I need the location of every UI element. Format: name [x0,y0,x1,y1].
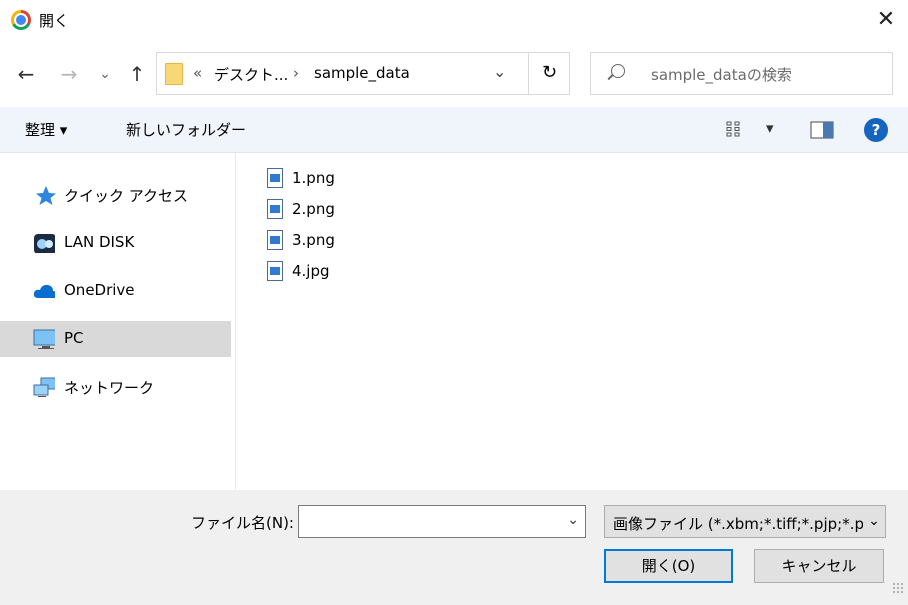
search-box[interactable]: sample_dataの検索 [590,52,893,95]
image-file-icon [267,199,283,219]
filename-input[interactable]: ⌄ [298,505,586,538]
file-name: 1.png [292,169,335,187]
dialog-footer: ファイル名(N): ⌄ 画像ファイル (*.xbm;*.tiff;*.pjp;*… [0,490,908,605]
new-folder-button[interactable]: 新しいフォルダー [126,119,246,140]
command-toolbar: 整理 ▾ 新しいフォルダー ▾ ? [0,107,908,153]
nas-icon [34,234,55,253]
chrome-icon [11,10,31,30]
refresh-button[interactable]: ↻ [528,52,570,95]
breadcrumb-overflow[interactable]: « [193,64,202,82]
breadcrumb-sample-data[interactable]: sample_data [314,64,410,82]
open-button[interactable]: 開く(O) [604,549,733,583]
address-bar[interactable]: « デスクト... › sample_data ⌄ [156,52,570,95]
view-dropdown-button[interactable]: ▾ [766,119,774,137]
breadcrumb-desktop[interactable]: デスクト... [214,64,288,85]
back-button[interactable]: ← [14,60,38,88]
file-type-select[interactable]: 画像ファイル (*.xbm;*.tiff;*.pjp;*.pjpeg;*.jpg… [604,505,886,538]
sidebar-item-network[interactable]: ネットワーク [0,369,231,405]
search-icon [611,64,625,78]
forward-button[interactable]: → [57,60,81,88]
sidebar-item-label: OneDrive [64,281,135,299]
image-file-icon [267,230,283,250]
up-button[interactable]: ↑ [125,60,149,88]
sidebar-item-label: PC [64,329,84,347]
title-bar: 開く ✕ [0,0,908,40]
sidebar-item-quick-access[interactable]: クイック アクセス [0,177,231,213]
preview-pane-icon[interactable] [810,121,834,139]
image-file-icon [267,168,283,188]
image-file-icon [267,261,283,281]
help-button[interactable]: ? [864,118,888,142]
cancel-button[interactable]: キャンセル [754,549,884,583]
resize-grip-icon[interactable] [892,582,904,594]
navigation-pane: クイック アクセス LAN DISK OneDrive PC ネットワーク [0,153,236,490]
file-name: 3.png [292,231,335,249]
chevron-right-icon: › [293,64,299,82]
close-button[interactable]: ✕ [872,6,900,34]
file-name: 2.png [292,200,335,218]
chevron-down-icon[interactable]: ⌄ [567,512,579,528]
file-type-value: 画像ファイル (*.xbm;*.tiff;*.pjp;*.pjpeg;*.jpg… [613,515,885,533]
sidebar-item-lan-disk[interactable]: LAN DISK [0,225,231,261]
network-icon [33,377,55,397]
star-icon [36,186,56,205]
sidebar-item-pc[interactable]: PC [0,321,231,357]
organize-menu[interactable]: 整理 ▾ [25,119,67,140]
sidebar-item-onedrive[interactable]: OneDrive [0,273,231,309]
cloud-icon [33,284,55,298]
search-input[interactable]: sample_dataの検索 [651,64,792,85]
filename-label: ファイル名(N): [191,514,294,532]
file-name: 4.jpg [292,262,330,280]
window-title: 開く [39,12,70,30]
view-options-icon[interactable] [726,120,744,138]
chevron-down-icon[interactable]: ⌄ [863,506,885,537]
sidebar-item-label: クイック アクセス [64,187,189,205]
sidebar-item-label: ネットワーク [64,379,155,397]
monitor-icon [33,329,55,349]
sidebar-item-label: LAN DISK [64,233,135,251]
recent-locations-button[interactable]: ⌄ [93,60,117,88]
folder-icon [165,63,183,85]
address-dropdown-button[interactable]: ⌄ [493,62,506,81]
